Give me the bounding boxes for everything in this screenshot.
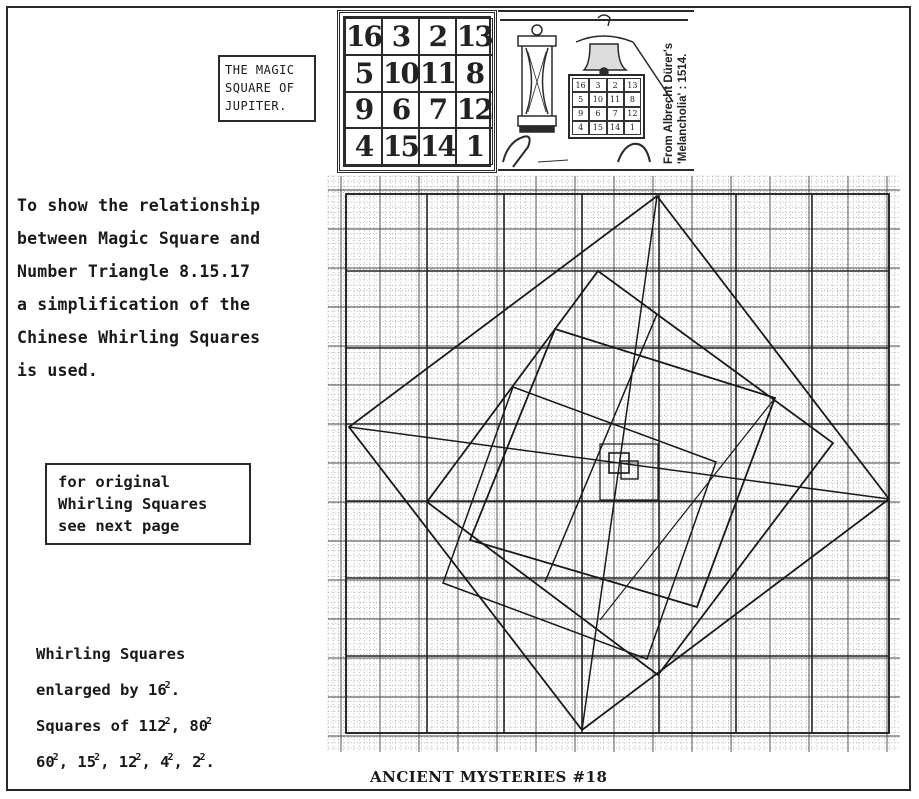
- magic-square-cell: 7: [418, 91, 456, 129]
- durer-square-cell: 1: [623, 120, 641, 135]
- magic-square-cell: 16: [345, 18, 383, 55]
- intro-line: To show the relationship: [17, 196, 261, 215]
- magic-square-cell: 13: [455, 18, 494, 55]
- magic-square-cell: 1: [455, 128, 493, 165]
- intro-paragraph: To show the relationship between Magic S…: [17, 189, 260, 387]
- whirling-square-2: [425, 269, 835, 677]
- durer-square-cell: 15: [589, 120, 607, 135]
- squares-line-1: Whirling Squares: [36, 645, 186, 663]
- magic-square-cell: 12: [455, 91, 494, 129]
- durer-square-cell: 2: [606, 78, 624, 93]
- hourglass-icon: [517, 24, 557, 133]
- durer-caption: From Albrecht Dürer's 'Melancholia' : 15…: [662, 43, 690, 164]
- squares-line-2: enlarged by 162.: [36, 670, 215, 706]
- magic-square-cell: 4: [345, 128, 382, 165]
- title-line: THE MAGIC: [225, 63, 295, 77]
- magic-square-of-jupiter: 16 3 2 13 5 10 11 8 9 6 7 12 4 15 14 1: [337, 10, 497, 173]
- intro-line: is used.: [17, 361, 99, 380]
- magic-square-cell: 8: [455, 54, 493, 92]
- durer-square-cell: 16: [572, 78, 590, 93]
- squares-line-3: Squares of 1122, 802: [36, 716, 213, 735]
- durer-square-cell: 3: [589, 78, 607, 93]
- magic-square-title-box: THE MAGIC SQUARE OF JUPITER.: [218, 55, 316, 122]
- squares-line-4: 602, 152, 122, 42, 22.: [36, 752, 215, 771]
- caption-line-2: 'Melancholia' : 1514.: [677, 53, 689, 164]
- durer-square-cell: 9: [572, 106, 590, 121]
- magic-square-cell: 5: [345, 54, 382, 92]
- period: .: [170, 681, 181, 699]
- note-line: Whirling Squares: [58, 495, 208, 513]
- durer-square-cell: 7: [606, 106, 624, 121]
- durer-square-cell: 14: [606, 120, 624, 135]
- intro-line: between Magic Square and: [17, 229, 261, 248]
- magic-square-cell: 2: [418, 18, 456, 55]
- durer-square-cell: 13: [623, 78, 641, 93]
- footer-title: ANCIENT MYSTERIES #18: [370, 768, 608, 786]
- enlargement-text: enlarged by 16: [36, 681, 167, 699]
- title-line: SQUARE OF: [225, 81, 295, 95]
- durer-square-cell: 8: [623, 92, 641, 107]
- magic-square-cell: 11: [418, 54, 457, 92]
- magic-square-cell: 9: [345, 91, 382, 129]
- intro-line: a simplification of the: [17, 295, 251, 314]
- square-size: 112: [138, 717, 167, 735]
- durer-square-cell: 6: [589, 106, 607, 121]
- magic-square-cell: 10: [381, 54, 420, 92]
- caption-line-1: From Albrecht Dürer's: [663, 42, 675, 164]
- note-line: see next page: [58, 517, 180, 535]
- magic-square-cell: 14: [418, 128, 457, 165]
- title-line: JUPITER.: [225, 99, 287, 113]
- squares-description: Whirling Squares enlarged by 162. Square…: [36, 638, 215, 778]
- magic-square-grid: 16 3 2 13 5 10 11 8 9 6 7 12 4 15 14 1: [343, 16, 494, 167]
- exponent: 2: [206, 716, 213, 727]
- durer-square-cell: 4: [572, 120, 590, 135]
- intro-line: Chinese Whirling Squares: [17, 328, 261, 347]
- whirling-square-3: [468, 327, 777, 609]
- durer-square-cell: 5: [572, 92, 590, 107]
- intro-line: Number Triangle 8.15.17: [17, 262, 251, 281]
- durer-square-cell: 10: [589, 92, 607, 107]
- square-size: 60: [36, 753, 55, 771]
- magic-square-cell: 3: [381, 18, 419, 55]
- durer-square-cell: 11: [606, 92, 624, 107]
- note-line: for original: [58, 473, 170, 491]
- magic-square-cell: 6: [381, 91, 419, 129]
- squares-of-label: Squares of: [36, 717, 139, 735]
- magic-square-cell: 15: [381, 128, 420, 165]
- durer-square-cell: 12: [623, 106, 641, 121]
- see-next-page-note: for original Whirling Squares see next p…: [45, 463, 251, 545]
- durer-magic-square: 16 3 2 13 5 10 11 8 9 6 7 12 4 15 14 1: [568, 74, 645, 139]
